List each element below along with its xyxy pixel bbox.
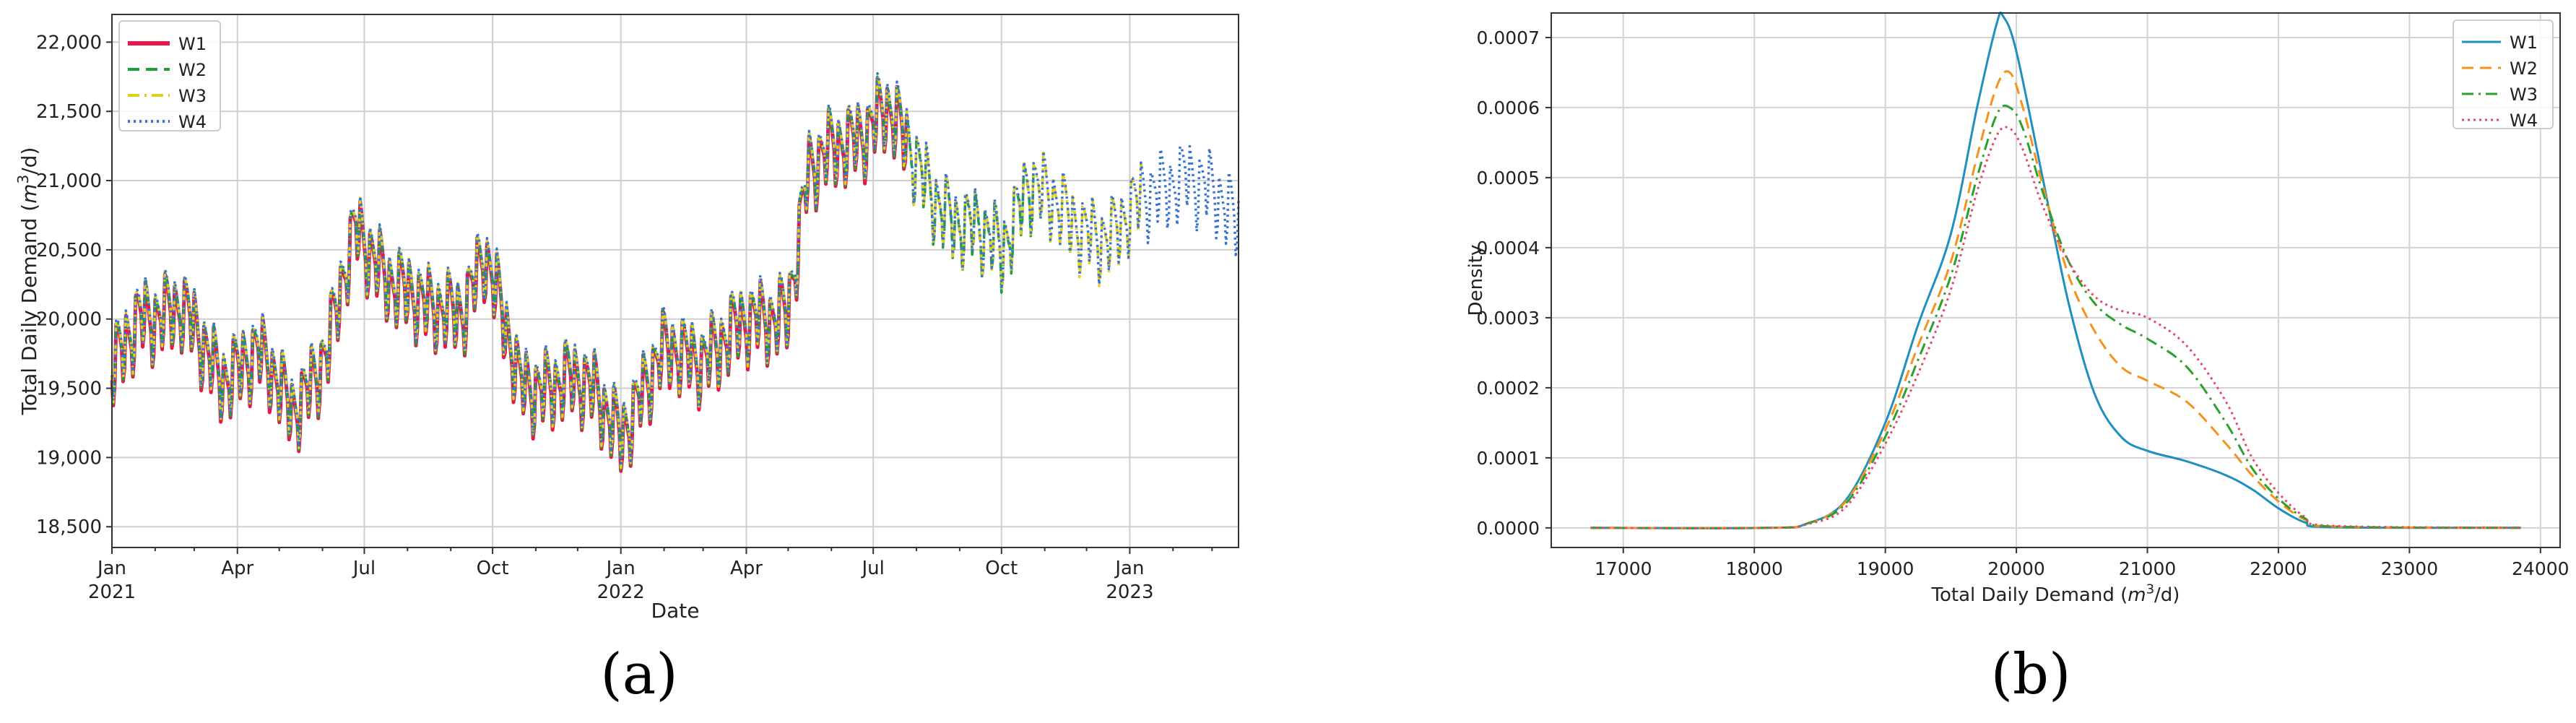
y-tick-label: 0.0005 [1477,168,1540,189]
legend-label-w2: W2 [2510,59,2538,79]
x-tick-year-label: 2023 [1106,581,1153,603]
legend-label-w3: W3 [2510,85,2538,105]
legend: W1 W2 W3 W4 [2453,20,2554,131]
x-tick-label: 20000 [1987,558,2045,579]
y-tick-label: 19,000 [36,447,102,469]
y-axis-label: Density [1465,245,1487,316]
legend-label-w4: W4 [2510,111,2538,131]
x-tick-year-label: 2021 [88,581,136,603]
x-tick-label: Apr [221,558,253,579]
chart-panel-b: 0.00000.00010.00020.00030.00040.00050.00… [1465,11,2570,606]
y-tick-label: 0.0000 [1477,518,1540,539]
x-axis-label: Date [651,599,700,623]
legend-label-w3: W3 [178,86,207,106]
x-tick-label: Apr [730,558,763,579]
x-tick-label: Oct [477,558,509,579]
density-curve-w2 [1590,70,2521,529]
x-tick-label: 19000 [1857,558,1914,579]
panel-a-label: (a) [600,642,677,707]
series-line-w3 [110,74,1144,469]
legend-label-w2: W2 [178,60,207,80]
x-tick-label: Jul [860,558,884,579]
figure: 18,500 19,000 19,500 20,000 20,500 21,000 21,5… [14,11,2570,707]
x-tick-label: 17000 [1595,558,1652,579]
x-tick-label: Jul [352,558,376,579]
y-tick-label: 0.0006 [1477,98,1540,118]
x-tick-year-label: 2022 [597,581,645,603]
y-tick-label: 18,500 [36,516,102,538]
legend-label-w1: W1 [2510,33,2538,53]
density-curve-w3 [1590,104,2521,529]
legend-label-w1: W1 [178,34,207,54]
x-tick-label: 21000 [2119,558,2177,579]
y-tick-label: 21,000 [36,170,102,192]
y-tick-label: 20,500 [36,240,102,261]
x-tick-label: 24000 [2512,558,2570,579]
x-tick-label: 23000 [2381,558,2439,579]
y-tick-label: 0.0001 [1477,448,1540,469]
x-tick-label: Jan [605,558,636,579]
density-curve-w4 [1590,126,2521,529]
y-axis-label: Total Daily Demand (m3/d) [14,147,41,416]
plot-frame [111,14,1239,548]
legend-label-w4: W4 [178,112,207,132]
chart-panel-a: 18,500 19,000 19,500 20,000 20,500 21,000 21,5… [14,14,1240,623]
x-tick-label: Jan [1114,558,1144,579]
x-axis-label: Total Daily Demand (m3/d) [1931,582,2180,606]
density-curve-w1 [1590,11,2521,529]
y-tick-label: 20,000 [36,309,102,331]
x-tick-label: Jan [96,558,126,579]
y-tick-label: 21,500 [36,101,102,123]
x-tick-label: 22000 [2250,558,2307,579]
y-tick-label: 0.0002 [1477,378,1540,399]
y-tick-label: 22,000 [36,32,102,53]
x-tick-label: Oct [985,558,1018,579]
x-tick-label: 18000 [1725,558,1783,579]
y-tick-label: 0.0007 [1477,27,1540,48]
legend-box [2453,20,2554,129]
y-tick-label: 19,500 [36,378,102,400]
legend: W1 W2 W3 W4 [118,20,221,132]
panel-b-label: (b) [1991,642,2071,707]
